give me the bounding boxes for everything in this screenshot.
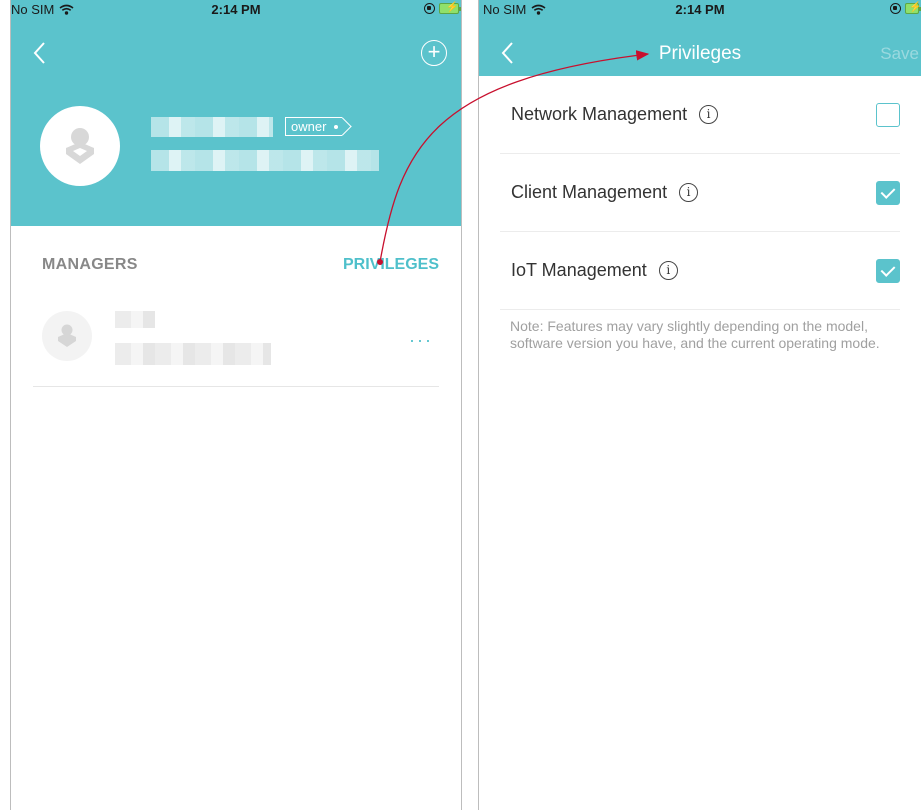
privilege-label-group: IoT Management i: [511, 260, 678, 281]
privilege-label: Client Management: [511, 182, 668, 202]
privilege-row-client: Client Management i: [500, 154, 900, 232]
status-right: ⚡: [890, 2, 921, 14]
owner-avatar: [40, 106, 120, 186]
managers-header: MANAGERS PRIVILEGES: [42, 256, 439, 274]
privilege-row-iot: IoT Management i: [500, 232, 900, 310]
user-icon: [58, 324, 76, 347]
client-management-checkbox[interactable]: [876, 181, 900, 205]
status-bar: No SIM 2:14 PM ⚡: [11, 0, 461, 22]
network-management-checkbox[interactable]: [876, 103, 900, 127]
manager-avatar: [42, 311, 92, 361]
privilege-label: IoT Management: [511, 260, 647, 280]
privilege-row-network: Network Management i: [500, 76, 900, 154]
add-icon[interactable]: +: [421, 40, 447, 66]
manager-email-redacted: [115, 343, 271, 365]
owner-header: No SIM 2:14 PM ⚡ + owner: [11, 0, 461, 226]
status-time: 2:14 PM: [211, 2, 261, 17]
more-options-icon[interactable]: ···: [409, 330, 433, 351]
battery-icon: ⚡: [905, 2, 921, 14]
back-icon[interactable]: [31, 40, 51, 66]
status-bar: No SIM 2:14 PM ⚡: [479, 0, 921, 22]
manager-list-item[interactable]: ···: [33, 308, 439, 387]
battery-icon: ⚡: [439, 2, 461, 14]
rotation-lock-icon: [424, 3, 435, 14]
page-title: Privileges: [658, 43, 742, 64]
owner-badge-label: owner: [291, 119, 327, 134]
save-button[interactable]: Save: [880, 44, 919, 64]
privileges-header: No SIM 2:14 PM ⚡ Privileges Save: [479, 0, 921, 76]
manager-name-redacted: [115, 311, 155, 328]
user-icon: [66, 128, 94, 164]
info-icon[interactable]: i: [658, 261, 678, 280]
rotation-lock-icon: [890, 3, 901, 14]
privilege-label-group: Network Management i: [511, 104, 719, 125]
privileges-link[interactable]: PRIVILEGES: [343, 256, 439, 274]
status-right: ⚡: [424, 2, 461, 14]
managers-screen: No SIM 2:14 PM ⚡ + owner MANAGERS PRIVIL…: [10, 0, 462, 810]
owner-email-redacted: [151, 150, 379, 171]
info-icon[interactable]: i: [679, 183, 699, 202]
features-note: Note: Features may vary slightly dependi…: [510, 318, 880, 351]
owner-badge: owner: [285, 117, 343, 136]
owner-name-redacted: [151, 117, 273, 137]
iot-management-checkbox[interactable]: [876, 259, 900, 283]
status-time: 2:14 PM: [675, 2, 725, 17]
privileges-screen: No SIM 2:14 PM ⚡ Privileges Save Network…: [478, 0, 921, 810]
info-icon[interactable]: i: [699, 105, 719, 124]
privilege-label: Network Management: [511, 104, 688, 124]
managers-title: MANAGERS: [42, 256, 138, 273]
privilege-label-group: Client Management i: [511, 182, 699, 203]
